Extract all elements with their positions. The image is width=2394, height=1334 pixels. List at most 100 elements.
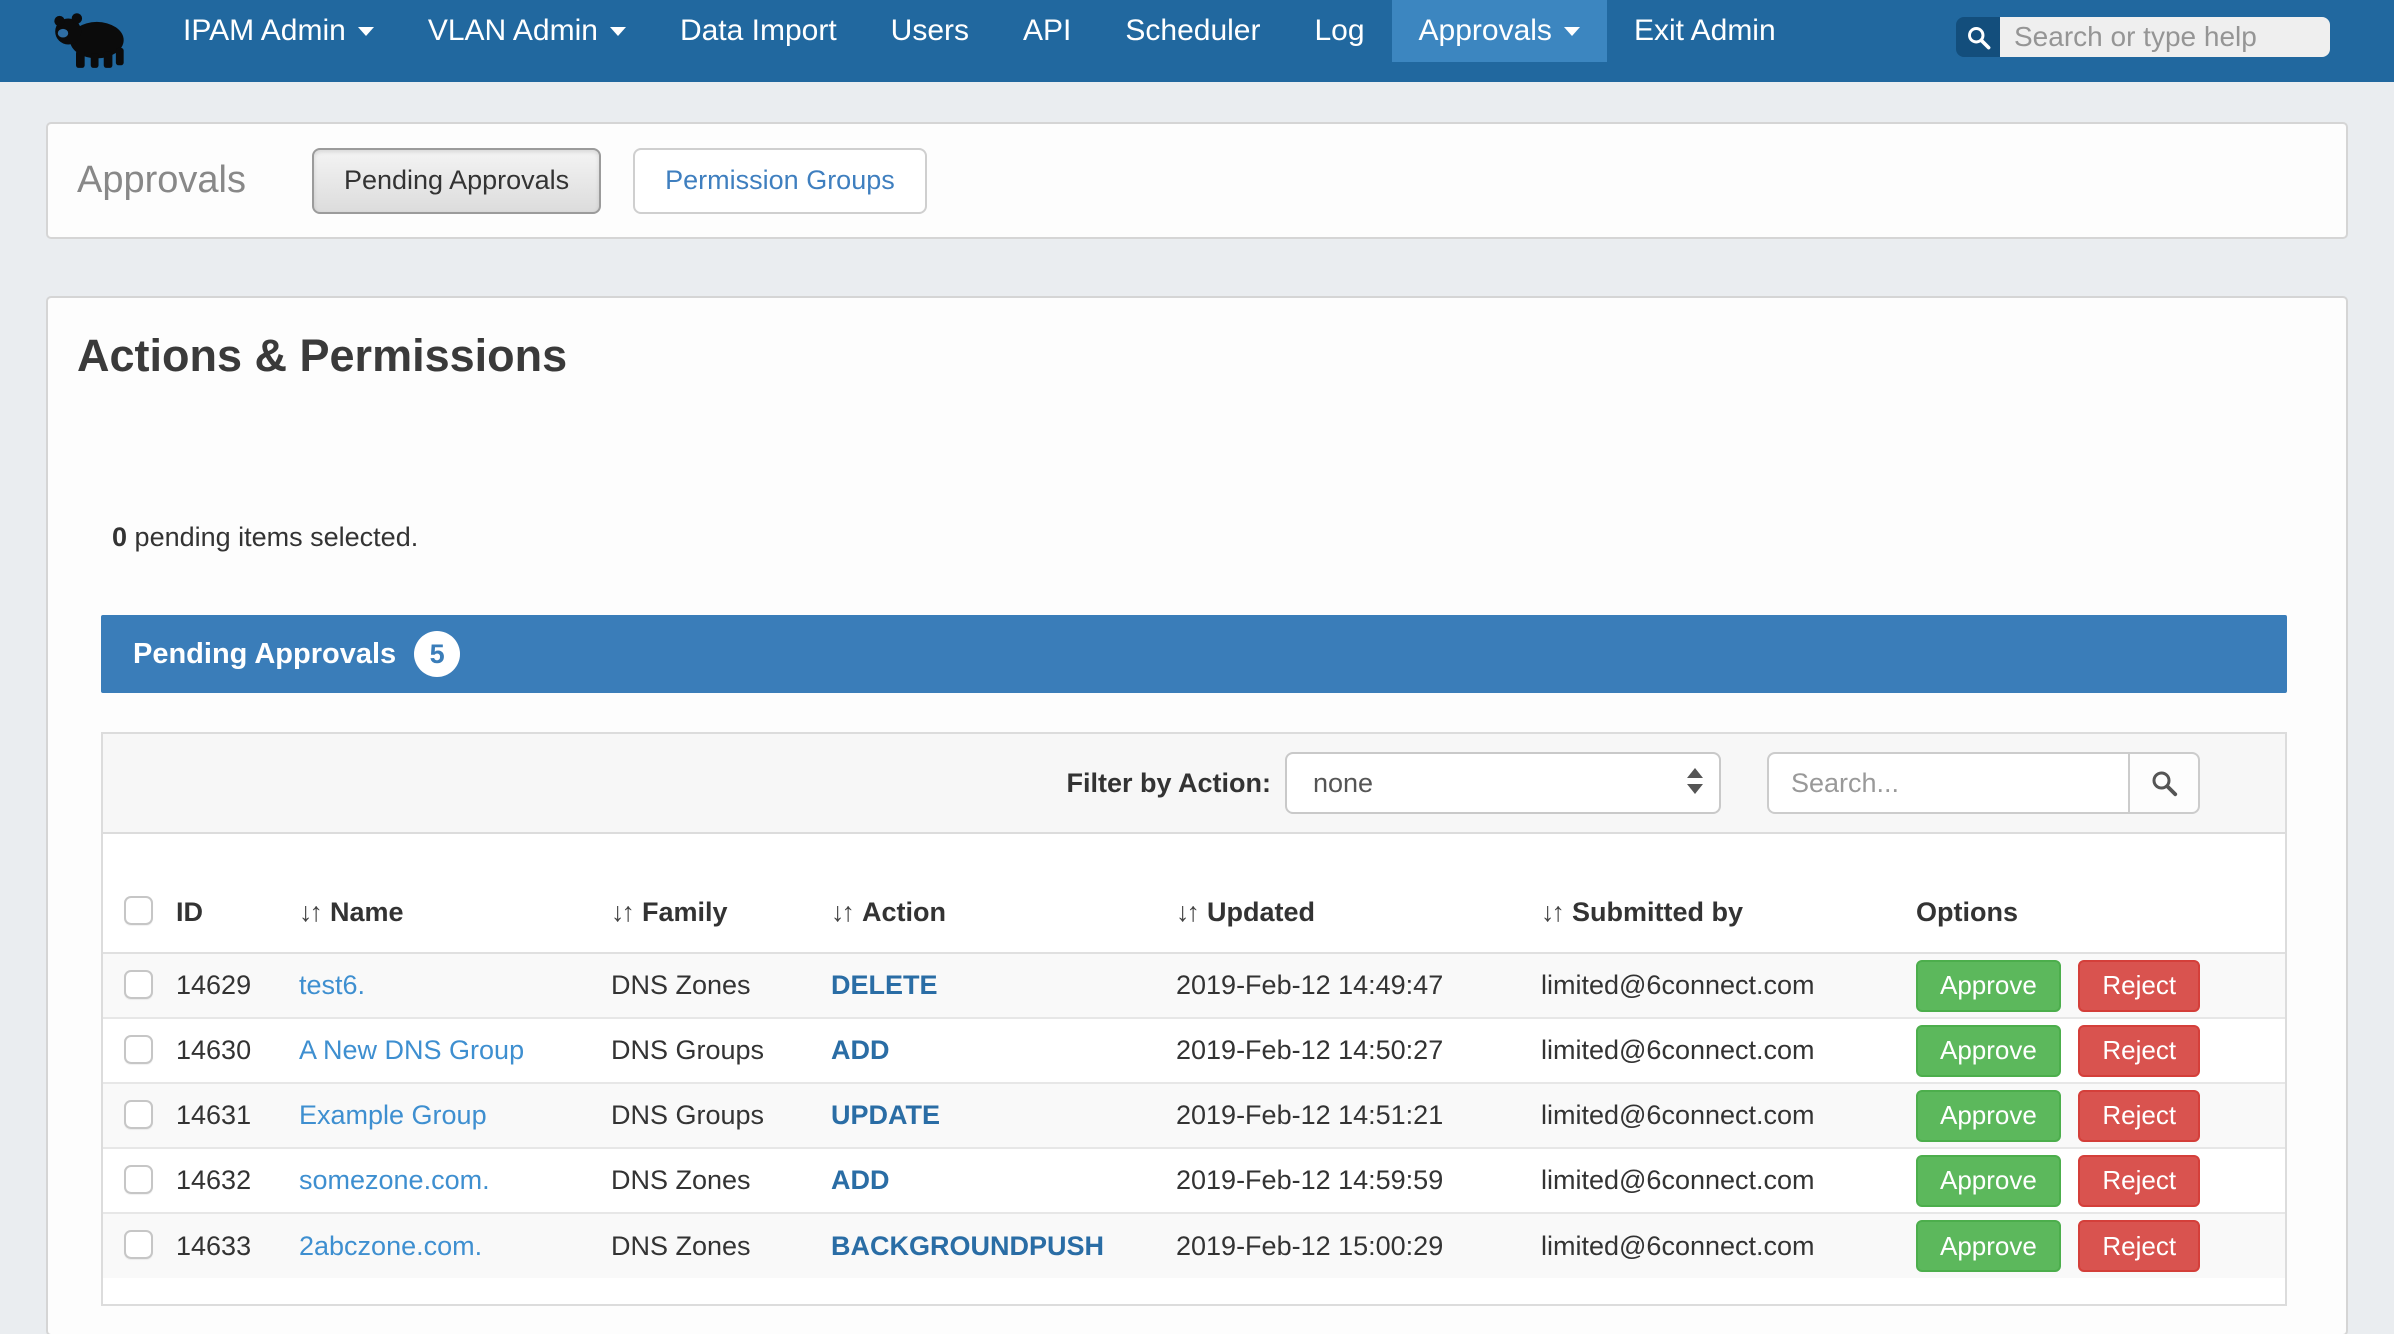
tab-permission-groups[interactable]: Permission Groups: [633, 148, 927, 214]
table-row: 14630 A New DNS Group DNS Groups ADD 201…: [103, 1018, 2285, 1083]
row-id: 14632: [176, 1148, 299, 1213]
nav-item-label: IPAM Admin: [183, 14, 346, 48]
sort-icon[interactable]: ↓↑: [1541, 897, 1562, 927]
row-id: 14629: [176, 953, 299, 1018]
row-id: 14631: [176, 1083, 299, 1148]
row-family: DNS Groups: [611, 1083, 831, 1148]
table-search-input[interactable]: [1767, 752, 2128, 814]
nav-item-approvals[interactable]: Approvals: [1392, 0, 1607, 62]
table-row: 14632 somezone.com. DNS Zones ADD 2019-F…: [103, 1148, 2285, 1213]
row-family: DNS Zones: [611, 1213, 831, 1278]
reject-button[interactable]: Reject: [2078, 1025, 2200, 1077]
row-checkbox[interactable]: [124, 1230, 153, 1259]
panda-logo-icon[interactable]: [50, 5, 128, 77]
top-navbar: IPAM Admin VLAN Admin Data Import Users …: [0, 0, 2394, 82]
filter-label: Filter by Action:: [1066, 768, 1271, 799]
nav-item-data-import[interactable]: Data Import: [653, 0, 864, 62]
approve-button[interactable]: Approve: [1916, 1155, 2061, 1207]
approvals-table-box: Filter by Action: none: [101, 732, 2287, 1306]
row-checkbox[interactable]: [124, 970, 153, 999]
row-action: DELETE: [831, 970, 938, 1000]
row-name-link[interactable]: 2abczone.com.: [299, 1231, 482, 1261]
pending-approvals-panel-header: Pending Approvals 5: [101, 615, 2287, 693]
approvals-table: ID ↓↑Name ↓↑Family ↓↑Action ↓↑Updated ↓↑…: [103, 834, 2285, 1304]
approve-button[interactable]: Approve: [1916, 1220, 2061, 1272]
global-search: [1956, 17, 2330, 57]
nav-item-label: Exit Admin: [1634, 14, 1776, 48]
nav-item-label: API: [1023, 14, 1071, 48]
column-header-label: Submitted by: [1572, 897, 1743, 927]
table-search-button[interactable]: [2128, 752, 2200, 814]
row-submitted-by: limited@6connect.com: [1541, 1083, 1916, 1148]
row-family: DNS Zones: [611, 953, 831, 1018]
pending-count-badge: 5: [414, 631, 460, 677]
table-header-row: ID ↓↑Name ↓↑Family ↓↑Action ↓↑Updated ↓↑…: [103, 834, 2285, 953]
nav-item-label: Approvals: [1419, 14, 1552, 48]
sort-icon[interactable]: ↓↑: [299, 897, 320, 927]
row-updated: 2019-Feb-12 14:51:21: [1176, 1083, 1541, 1148]
nav-item-log[interactable]: Log: [1287, 0, 1391, 62]
row-checkbox[interactable]: [124, 1035, 153, 1064]
nav-item-scheduler[interactable]: Scheduler: [1098, 0, 1287, 62]
page-title: Approvals: [77, 159, 246, 202]
nav-item-users[interactable]: Users: [864, 0, 996, 62]
column-header-label: ID: [176, 897, 203, 927]
nav-item-ipam-admin[interactable]: IPAM Admin: [156, 0, 401, 62]
chevron-down-icon: [610, 27, 626, 36]
navbar-menu: IPAM Admin VLAN Admin Data Import Users …: [156, 0, 1803, 62]
tab-pending-approvals[interactable]: Pending Approvals: [312, 148, 601, 214]
search-icon[interactable]: [1956, 17, 2000, 57]
up-down-arrows-icon: [1687, 768, 1703, 794]
row-submitted-by: limited@6connect.com: [1541, 1148, 1916, 1213]
chevron-down-icon: [1564, 27, 1580, 36]
nav-item-label: Scheduler: [1125, 14, 1260, 48]
table-row: 14631 Example Group DNS Groups UPDATE 20…: [103, 1083, 2285, 1148]
row-name-link[interactable]: A New DNS Group: [299, 1035, 524, 1065]
nav-item-label: Log: [1314, 14, 1364, 48]
table-row: 14633 2abczone.com. DNS Zones BACKGROUND…: [103, 1213, 2285, 1278]
row-action: UPDATE: [831, 1100, 940, 1130]
row-submitted-by: limited@6connect.com: [1541, 1018, 1916, 1083]
row-action: BACKGROUNDPUSH: [831, 1231, 1104, 1261]
column-header-label: Updated: [1207, 897, 1315, 927]
column-header-label: Name: [330, 897, 404, 927]
selected-count-line: 0 pending items selected.: [112, 522, 2346, 553]
approve-button[interactable]: Approve: [1916, 1090, 2061, 1142]
actions-permissions-card: Actions & Permissions 0 pending items se…: [46, 296, 2348, 1334]
sort-icon[interactable]: ↓↑: [611, 897, 632, 927]
select-all-checkbox[interactable]: [124, 896, 153, 925]
reject-button[interactable]: Reject: [2078, 1155, 2200, 1207]
nav-item-vlan-admin[interactable]: VLAN Admin: [401, 0, 653, 62]
row-submitted-by: limited@6connect.com: [1541, 953, 1916, 1018]
row-checkbox[interactable]: [124, 1100, 153, 1129]
sort-icon[interactable]: ↓↑: [831, 897, 852, 927]
table-search: [1767, 752, 2200, 814]
filter-bar: Filter by Action: none: [103, 734, 2285, 834]
section-title: Actions & Permissions: [77, 330, 2346, 382]
approve-button[interactable]: Approve: [1916, 1025, 2061, 1077]
row-checkbox[interactable]: [124, 1165, 153, 1194]
sort-icon[interactable]: ↓↑: [1176, 897, 1197, 927]
approve-button[interactable]: Approve: [1916, 960, 2061, 1012]
row-name-link[interactable]: somezone.com.: [299, 1165, 490, 1195]
page-header-card: Approvals Pending Approvals Permission G…: [46, 122, 2348, 239]
row-family: DNS Zones: [611, 1148, 831, 1213]
row-action: ADD: [831, 1165, 890, 1195]
nav-item-label: VLAN Admin: [428, 14, 598, 48]
row-name-link[interactable]: Example Group: [299, 1100, 487, 1130]
panel-title: Pending Approvals: [133, 638, 396, 671]
reject-button[interactable]: Reject: [2078, 1220, 2200, 1272]
nav-item-label: Data Import: [680, 14, 837, 48]
reject-button[interactable]: Reject: [2078, 1090, 2200, 1142]
row-id: 14633: [176, 1213, 299, 1278]
reject-button[interactable]: Reject: [2078, 960, 2200, 1012]
nav-item-exit-admin[interactable]: Exit Admin: [1607, 0, 1803, 62]
global-search-input[interactable]: [2000, 17, 2330, 57]
nav-item-api[interactable]: API: [996, 0, 1098, 62]
row-name-link[interactable]: test6.: [299, 970, 365, 1000]
row-submitted-by: limited@6connect.com: [1541, 1213, 1916, 1278]
action-filter-select[interactable]: none: [1285, 752, 1721, 814]
selected-count-text: pending items selected.: [135, 522, 419, 552]
row-updated: 2019-Feb-12 14:59:59: [1176, 1148, 1541, 1213]
nav-item-label: Users: [891, 14, 969, 48]
